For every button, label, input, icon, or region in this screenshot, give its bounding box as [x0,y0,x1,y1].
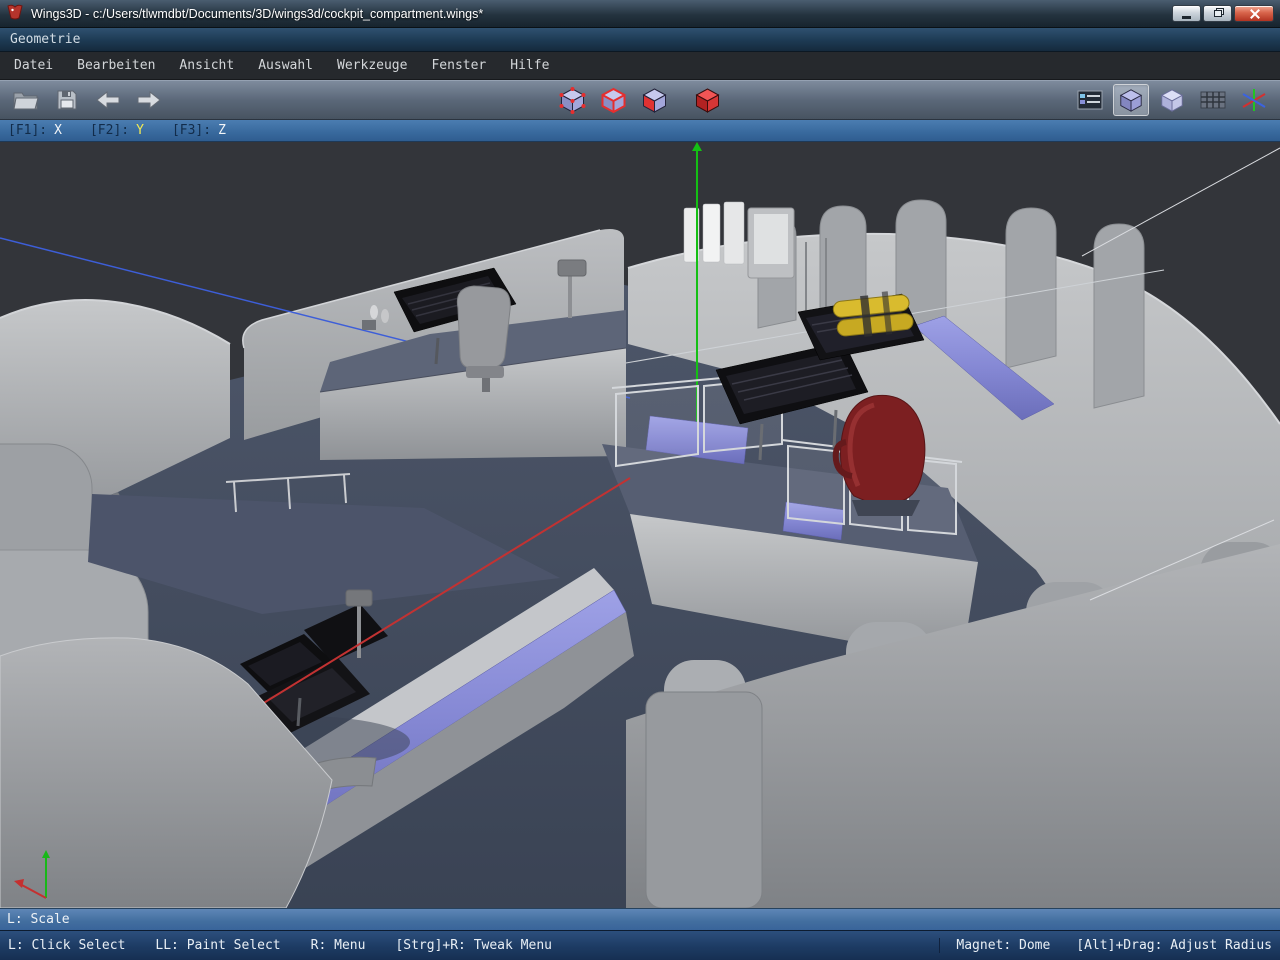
hint-menu: R: Menu [311,938,366,953]
status-message: L: Scale [7,912,70,927]
forward-arrow-icon [136,89,162,111]
show-grid-button[interactable] [1195,84,1231,116]
menu-bearbeiten[interactable]: Bearbeiten [65,53,167,78]
vertex-mode-cube-icon [559,86,587,114]
restore-icon [1214,10,1222,17]
viewport-scene[interactable] [0,142,1280,908]
body-select-button[interactable] [690,84,726,116]
hint-click-select: L: Click Select [8,938,125,953]
face-select-button[interactable] [637,84,673,116]
geometry-window-header[interactable]: Geometrie [0,28,1280,52]
smooth-shaded-button[interactable] [1113,84,1149,116]
hint-paint-select: LL: Paint Select [155,938,280,953]
grid-icon [1200,89,1226,111]
viewport-3d[interactable] [0,142,1280,908]
toolbar [0,80,1280,120]
geometry-window-label: Geometrie [10,32,80,47]
edge-select-button[interactable] [596,84,632,116]
menu-fenster[interactable]: Fenster [419,53,498,78]
show-axes-button[interactable] [1236,84,1272,116]
vertex-select-button[interactable] [555,84,591,116]
app-icon [6,3,24,25]
minimize-icon [1182,16,1191,19]
menu-hilfe[interactable]: Hilfe [498,53,561,78]
command-bar: L: Click Select LL: Paint Select R: Menu… [0,930,1280,960]
shaded-cube-icon [1118,87,1144,113]
redo-button[interactable] [131,84,167,116]
f1-axis-x: X [54,123,62,138]
menu-ansicht[interactable]: Ansicht [167,53,246,78]
status-bar: L: Scale [0,908,1280,930]
restore-button[interactable] [1203,5,1232,22]
undo-button[interactable] [90,84,126,116]
back-arrow-icon [95,89,121,111]
axes-icon [1241,87,1267,113]
edge-mode-cube-icon [600,86,628,114]
wireframe-view-button[interactable] [1154,84,1190,116]
open-file-button[interactable] [8,84,44,116]
hint-tweak-menu: [Strg]+R: Tweak Menu [395,938,552,953]
title-bar[interactable]: Wings3D - c:/Users/tlwmdbt/Documents/3D/… [0,0,1280,28]
menu-werkzeuge[interactable]: Werkzeuge [325,53,419,78]
save-file-button[interactable] [49,84,85,116]
body-mode-cube-icon [694,86,722,114]
hint-adjust-radius: [Alt]+Drag: Adjust Radius [1076,938,1272,953]
face-mode-cube-icon [641,86,669,114]
geometry-graph-button[interactable] [1072,84,1108,116]
f2-axis-y: Y [136,123,144,138]
close-icon [1250,9,1259,18]
f3-axis-z: Z [218,123,226,138]
menu-auswahl[interactable]: Auswahl [246,53,325,78]
minimize-button[interactable] [1172,5,1201,22]
menu-datei[interactable]: Datei [2,53,65,78]
geometry-graph-icon [1077,89,1103,111]
f3-hint-label: [F3]: [172,123,211,138]
info-line: [F1]: X [F2]: Y [F3]: Z [0,120,1280,142]
open-folder-icon [13,89,39,111]
floppy-disk-icon [56,89,78,111]
magnet-mode: Magnet: Dome [956,938,1050,953]
close-button[interactable] [1234,5,1274,22]
menu-bar: Datei Bearbeiten Ansicht Auswahl Werkzeu… [0,52,1280,80]
window-title: Wings3D - c:/Users/tlwmdbt/Documents/3D/… [31,7,1165,21]
wings3d-window: Wings3D - c:/Users/tlwmdbt/Documents/3D/… [0,0,1280,960]
wireframe-cube-icon [1159,87,1185,113]
f2-hint-label: [F2]: [90,123,129,138]
f1-hint-label: [F1]: [8,123,47,138]
